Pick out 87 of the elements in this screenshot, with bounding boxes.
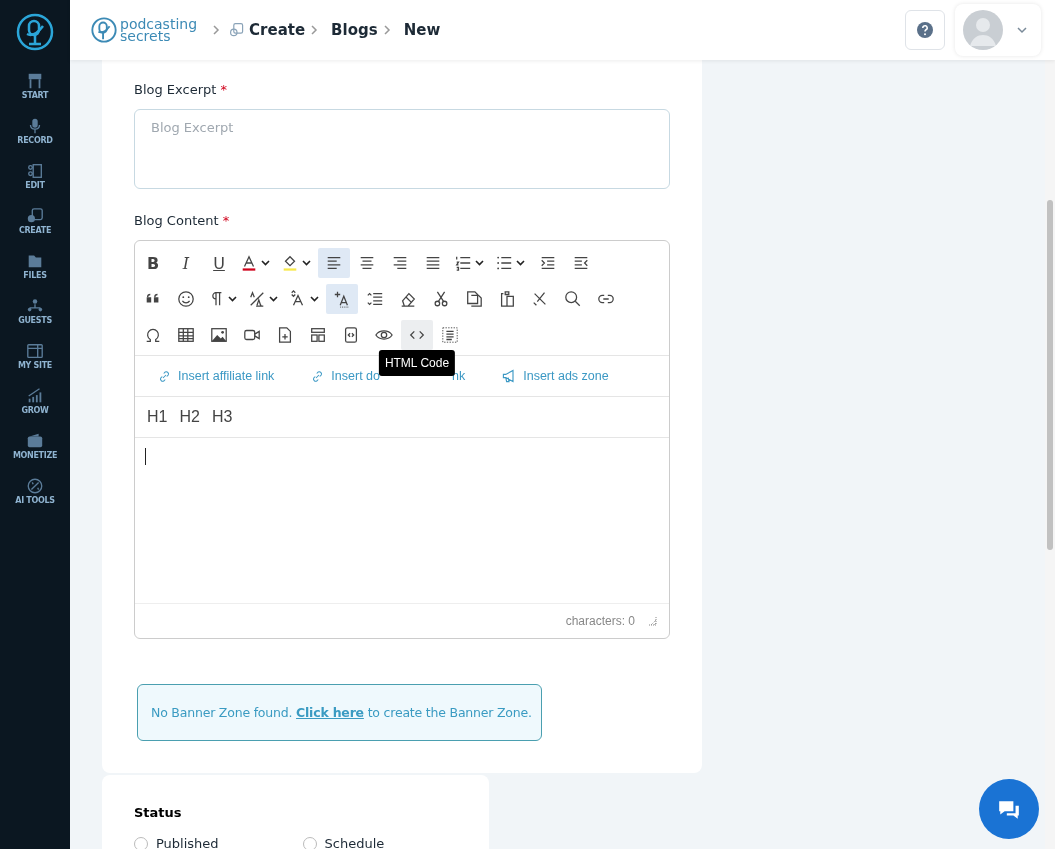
- heading-button[interactable]: H3: [205, 408, 239, 426]
- sidebar-item[interactable]: FILES: [23, 252, 47, 297]
- chevron-right-icon: [381, 24, 392, 36]
- breadcrumb-link[interactable]: Blogs: [331, 21, 378, 39]
- outdent-icon: [572, 254, 590, 272]
- scrollbar[interactable]: [1045, 60, 1055, 849]
- caret-icon: [228, 296, 237, 302]
- align-left-icon: [325, 254, 343, 272]
- toolbar-button[interactable]: [326, 284, 358, 314]
- select-all-icon: [441, 326, 459, 344]
- toolbar-button[interactable]: [318, 248, 350, 278]
- paste-icon: [498, 290, 516, 308]
- code-file-icon: [342, 326, 360, 344]
- notice-text: No Banner Zone found. Click here to create the Banner Zone.: [151, 705, 532, 720]
- sidebar-item[interactable]: CREATE: [18, 207, 52, 252]
- scrollbar-thumb[interactable]: [1047, 200, 1053, 550]
- font-size-icon: [248, 290, 266, 308]
- sidebar-item[interactable]: RECORD: [17, 117, 53, 162]
- link-icon: [157, 368, 172, 384]
- toolbar-button[interactable]: B: [137, 248, 169, 278]
- numbered-list-icon: [454, 254, 472, 272]
- browser-icon: [26, 342, 44, 360]
- add-text-icon: [333, 290, 351, 308]
- omega-icon: [144, 326, 162, 344]
- radio-option[interactable]: Published: [134, 836, 219, 849]
- resize-handle-icon: [647, 616, 657, 626]
- chart-icon: [26, 387, 44, 405]
- caret-icon: [516, 260, 525, 266]
- wallet-icon: [26, 432, 44, 450]
- character-count: characters: 0: [565, 614, 635, 628]
- smiley-icon: [177, 290, 195, 308]
- field-label: Blog Excerpt *: [134, 82, 229, 97]
- highlight-icon: [281, 254, 299, 272]
- align-center-icon: [358, 254, 376, 272]
- copy-icon: [465, 290, 483, 308]
- help-button[interactable]: [905, 10, 945, 50]
- field-label: Blog Content *: [134, 213, 231, 228]
- logo-text: podcasting: [120, 18, 198, 30]
- chevron-right-icon: [211, 24, 222, 36]
- line-spacing-icon: [366, 290, 384, 308]
- sidebar-item[interactable]: GUESTS: [18, 297, 52, 342]
- indent-icon: [539, 254, 557, 272]
- breadcrumb-link[interactable]: Create: [249, 21, 306, 39]
- help-icon: [917, 22, 933, 38]
- justify-icon: [424, 254, 442, 272]
- toolbar-button[interactable]: U: [203, 248, 235, 278]
- logo-text: secrets: [120, 30, 171, 42]
- table-icon: [177, 326, 195, 344]
- caret-icon: [269, 296, 278, 302]
- heading-button[interactable]: H1: [141, 408, 174, 426]
- required-mark: *: [220, 82, 228, 97]
- caret-icon: [475, 260, 484, 266]
- radio-option[interactable]: Schedule: [302, 836, 385, 849]
- image-icon: [210, 326, 228, 344]
- sidebar-item[interactable]: AI TOOLS: [15, 477, 55, 522]
- breadcrumb-link[interactable]: New: [403, 21, 441, 39]
- sign-icon: [26, 72, 44, 90]
- search-icon: [564, 290, 582, 308]
- sidebar-item[interactable]: MONETIZE: [12, 432, 58, 477]
- sidebar-item[interactable]: EDIT: [25, 162, 45, 207]
- chat-icon: [997, 798, 1021, 820]
- layout-icon: [309, 326, 327, 344]
- media-icon: [26, 207, 44, 225]
- toolbar-button[interactable]: I: [170, 248, 202, 278]
- microphone-logo-icon: [90, 16, 118, 44]
- caret-icon: [310, 296, 319, 302]
- caret-icon: [261, 260, 270, 266]
- eraser-icon: [399, 290, 417, 308]
- align-right-icon: [391, 254, 409, 272]
- sidebar-item[interactable]: MY SITE: [17, 342, 53, 387]
- chat-button[interactable]: [979, 779, 1039, 839]
- excerpt-field[interactable]: Blog Excerpt: [134, 109, 670, 189]
- text-cursor: [145, 448, 146, 465]
- field-label: Status: [134, 805, 183, 820]
- file-plus-icon: [276, 326, 294, 344]
- sidebar-item[interactable]: START: [21, 72, 49, 117]
- caret-icon: [302, 260, 311, 266]
- microphone-logo-icon: [15, 12, 55, 52]
- media-icon: [229, 22, 246, 38]
- avatar-icon: [963, 10, 1003, 50]
- caret-icon: [1017, 26, 1027, 34]
- bullet-list-icon: [495, 254, 513, 272]
- text-color-icon: [240, 254, 258, 272]
- heading-button[interactable]: H2: [173, 408, 206, 426]
- required-mark: *: [222, 213, 230, 228]
- chevron-right-icon: [309, 24, 320, 36]
- sidebar-item[interactable]: GROW: [21, 387, 49, 432]
